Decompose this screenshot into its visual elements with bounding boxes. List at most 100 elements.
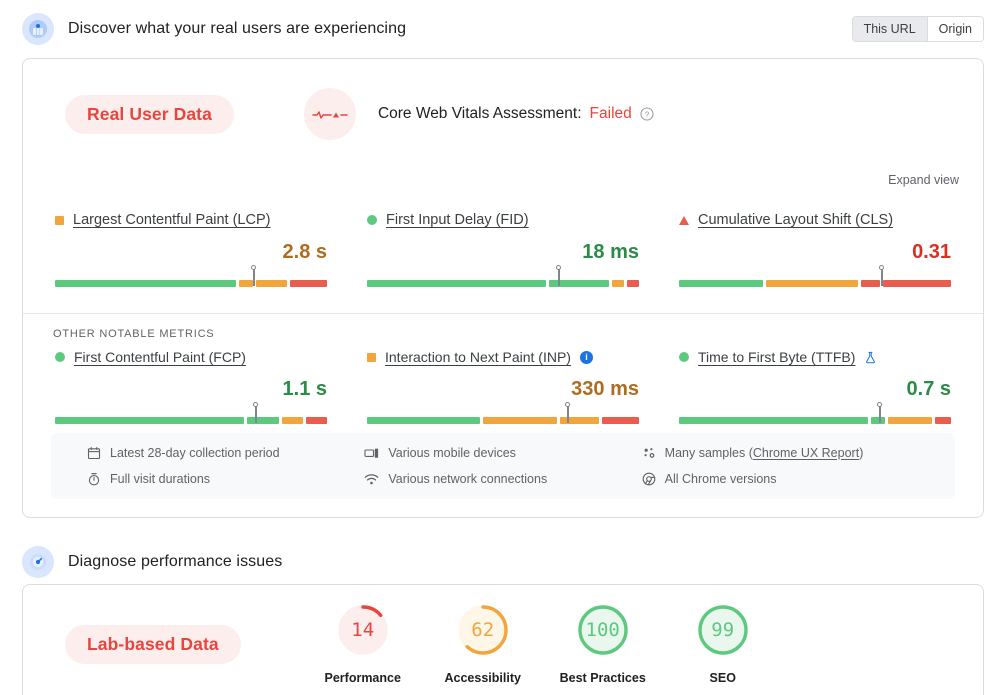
bar-segment-poor — [861, 280, 880, 287]
meta-item-text: Various mobile devices — [388, 446, 516, 460]
metric-distribution-bar — [679, 265, 951, 291]
metric-name-link[interactable]: Largest Contentful Paint (LCP) — [73, 212, 270, 228]
real-user-data-card: Real User Data Core Web Vitals Assessmen… — [22, 58, 984, 518]
assessment-row: Real User Data Core Web Vitals Assessmen… — [23, 59, 983, 169]
bar-segment-good — [679, 280, 764, 287]
metric-label-row: First Input Delay (FID) — [367, 209, 639, 231]
bar-segment-ni — [281, 417, 303, 424]
metric-poor: Cumulative Layout Shift (CLS) 0.31 — [679, 209, 951, 291]
metric-good: First Contentful Paint (FCP) 1.1 s — [55, 346, 328, 428]
meta-item-text: All Chrome versions — [664, 472, 777, 486]
meta-item: Various network connections — [364, 472, 641, 486]
bar-segment-poor — [290, 280, 327, 287]
help-circle-icon[interactable]: ? — [640, 107, 654, 121]
metric-name-link[interactable]: Cumulative Layout Shift (CLS) — [698, 212, 893, 228]
bar-segment-poor — [935, 417, 951, 424]
expand-view-row: Expand view — [23, 169, 983, 191]
metric-value-pin — [250, 265, 256, 286]
metric-distribution-bar — [679, 402, 951, 428]
meta-item: Many samples (Chrome UX Report) — [642, 446, 919, 460]
bar-segment-good — [55, 417, 245, 424]
circle-status-marker-icon — [55, 352, 65, 362]
page-title: Discover what your real users are experi… — [68, 20, 407, 37]
metric-value-pin — [253, 402, 259, 423]
lab-based-data-card: Lab-based Data 14 Performance 62 Accessibil… — [22, 584, 984, 695]
metric-distribution-bar — [367, 265, 639, 291]
metric-name-link[interactable]: First Contentful Paint (FCP) — [74, 349, 246, 365]
metric-value-pin — [555, 265, 561, 286]
other-notable-metrics: First Contentful Paint (FCP) 1.1 s Interac… — [23, 346, 983, 428]
toggle-this-url[interactable]: This URL — [852, 17, 927, 41]
metric-distribution-bar — [55, 402, 328, 428]
score-label: Accessibility — [444, 671, 521, 685]
scope-toggle[interactable]: This URL Origin — [851, 16, 984, 42]
metric-good: Time to First Byte (TTFB) 0.7 s — [679, 346, 951, 428]
meta-item: Latest 28-day collection period — [87, 446, 364, 460]
bar-segment-ni — [887, 417, 933, 424]
svg-text:?: ? — [645, 110, 650, 119]
metric-value-pin — [878, 265, 884, 286]
bar-segment-ni — [239, 280, 253, 287]
bar-segment-ni — [766, 280, 859, 287]
chrome-icon — [642, 472, 656, 486]
real-user-data-header: Discover what your real users are experi… — [0, 0, 1006, 58]
score-ring: 62 — [456, 603, 510, 657]
metric-label-row: Interaction to Next Paint (INP) i — [367, 346, 639, 368]
bar-segment-good — [367, 280, 546, 287]
bar-segment-ni — [255, 280, 288, 287]
metric-label-row: Largest Contentful Paint (LCP) — [55, 209, 327, 231]
score-value: 62 — [471, 619, 495, 641]
meta-item-text: Various network connections — [388, 472, 548, 486]
metric-needs-improvement: Interaction to Next Paint (INP) i 330 ms — [367, 346, 639, 428]
assessment-label: Core Web Vitals Assessment: — [377, 105, 582, 122]
samples-icon — [642, 446, 656, 460]
square-status-marker-icon — [55, 215, 64, 225]
lighthouse-scores: 14 Performance 62 Accessibility 100 Best Prac… — [303, 603, 783, 685]
score-gauge[interactable]: 99 SEO — [663, 603, 783, 685]
bar-segment-poor — [882, 280, 951, 287]
data-collection-meta: Latest 28-day collection period Various m… — [51, 433, 955, 499]
score-gauge[interactable]: 62 Accessibility — [423, 603, 543, 685]
metric-value: 0.7 s — [906, 378, 951, 400]
wifi-icon — [364, 472, 379, 486]
bar-segment-good — [871, 417, 885, 424]
score-value: 99 — [711, 619, 735, 641]
meta-item: All Chrome versions — [642, 472, 919, 486]
metric-value-pin — [565, 402, 571, 423]
meta-item: Various mobile devices — [364, 446, 641, 460]
calendar-icon — [87, 446, 101, 460]
bar-segment-good — [367, 417, 481, 424]
metric-distribution-bar — [367, 402, 639, 428]
metric-value: 18 ms — [582, 241, 639, 263]
metric-name-link[interactable]: Time to First Byte (TTFB) — [698, 349, 855, 365]
score-gauge[interactable]: 14 Performance — [303, 603, 423, 685]
metric-label-row: First Contentful Paint (FCP) — [55, 346, 327, 368]
toggle-origin[interactable]: Origin — [926, 17, 983, 41]
metric-needs-improvement: Largest Contentful Paint (LCP) 2.8 s — [55, 209, 327, 291]
diagnose-title: Diagnose performance issues — [68, 553, 283, 570]
diagnose-gauge-icon — [22, 546, 54, 578]
square-status-marker-icon — [367, 352, 376, 362]
triangle-status-marker-icon — [679, 215, 689, 225]
real-user-data-badge: Real User Data — [65, 94, 234, 134]
score-value: 100 — [585, 619, 620, 641]
circle-status-marker-icon — [679, 352, 689, 362]
meta-item-text: Full visit durations — [110, 472, 211, 486]
chrome-ux-report-link[interactable]: Chrome UX Report — [753, 446, 859, 460]
score-gauge[interactable]: 100 Best Practices — [543, 603, 663, 685]
score-ring: 14 — [336, 603, 390, 657]
circle-status-marker-icon — [367, 215, 377, 225]
metric-name-link[interactable]: First Input Delay (FID) — [386, 212, 529, 228]
flask-icon[interactable] — [864, 351, 877, 364]
info-circle-icon[interactable]: i — [579, 350, 593, 364]
bar-segment-ni — [483, 417, 557, 424]
score-label: Best Practices — [559, 671, 646, 685]
bar-segment-poor — [305, 417, 328, 424]
metric-value-pin — [877, 402, 883, 423]
expand-view-button[interactable]: Expand view — [888, 169, 959, 191]
bar-segment-poor — [627, 280, 639, 287]
metric-value: 0.31 — [912, 241, 951, 263]
metric-value: 2.8 s — [282, 241, 327, 263]
bar-segment-good — [55, 280, 237, 287]
metric-name-link[interactable]: Interaction to Next Paint (INP) — [385, 349, 571, 365]
